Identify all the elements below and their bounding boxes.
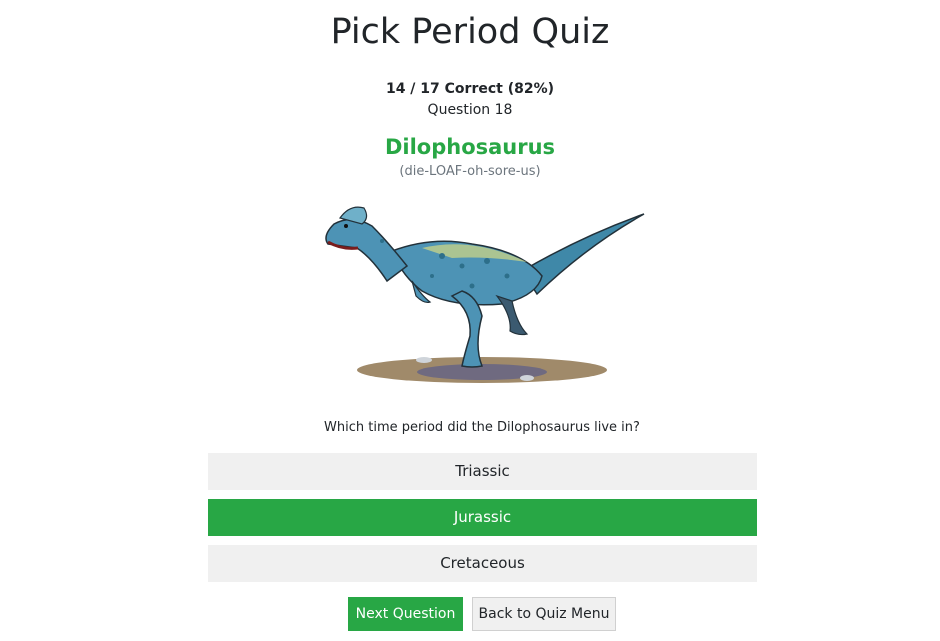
- back-to-menu-button[interactable]: Back to Quiz Menu: [472, 597, 616, 631]
- question-number: Question 18: [427, 102, 513, 118]
- page-title: Pick Period Quiz: [330, 12, 610, 52]
- option-jurassic[interactable]: Jurassic: [208, 499, 757, 536]
- score-text: 14 / 17 Correct (82%): [385, 81, 555, 97]
- option-cretaceous[interactable]: Cretaceous: [208, 545, 757, 582]
- next-question-button[interactable]: Next Question: [348, 597, 463, 631]
- option-triassic[interactable]: Triassic: [208, 453, 757, 490]
- question-text: Which time period did the Dilophosaurus …: [324, 420, 640, 435]
- dinosaur-name: Dilophosaurus: [384, 135, 556, 159]
- dinosaur-pronunciation: (die-LOAF-oh-sore-us): [399, 164, 541, 179]
- dinosaur-illustration: [325, 206, 645, 383]
